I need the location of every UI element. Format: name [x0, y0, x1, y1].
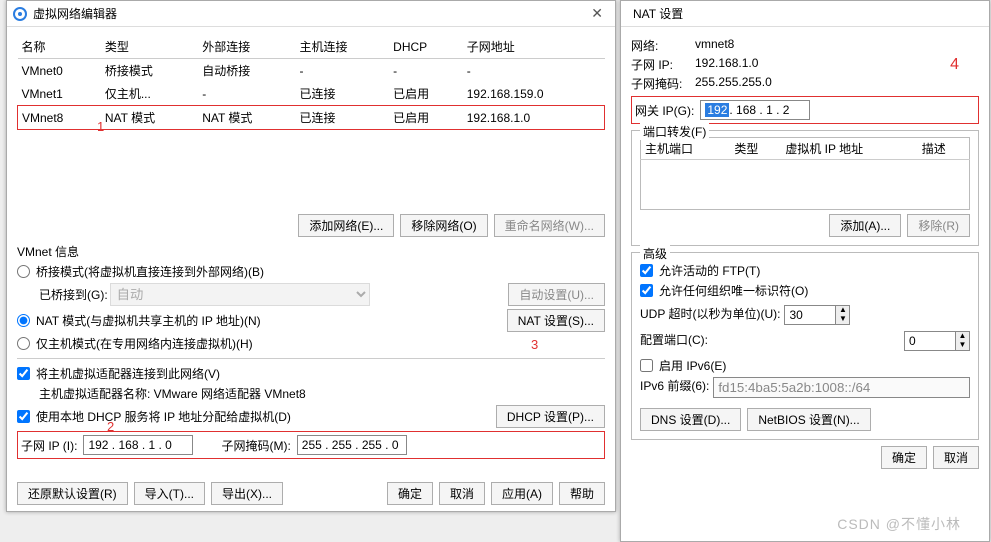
enable-ipv6-checkbox[interactable]: [640, 359, 653, 372]
add-forward-button[interactable]: 添加(A)...: [829, 214, 901, 237]
table-row[interactable]: VMnet1 仅主机... - 已连接 已启用 192.168.159.0: [18, 82, 605, 106]
network-label: 网络:: [631, 37, 691, 54]
advanced-label: 高级: [640, 245, 670, 262]
nat-settings-dialog: NAT 设置 网络:vmnet8 子网 IP:192.168.1.0 子网掩码:…: [620, 0, 990, 542]
remove-network-button[interactable]: 移除网络(O): [400, 214, 487, 237]
chevron-down-icon[interactable]: ▼: [956, 341, 969, 350]
bridge-mode-radio[interactable]: [17, 265, 30, 278]
subnet-mask-label: 子网掩码(M):: [221, 437, 290, 454]
apply-button[interactable]: 应用(A): [491, 482, 553, 505]
export-button[interactable]: 导出(X)...: [211, 482, 283, 505]
col-name[interactable]: 名称: [18, 35, 101, 59]
ok-button[interactable]: 确定: [881, 446, 927, 469]
nat-mode-radio[interactable]: [17, 314, 30, 327]
subnet-ip-input[interactable]: 192 . 168 . 1 . 0: [83, 435, 193, 455]
annotation-2: 2: [107, 419, 114, 434]
port-forward-label: 端口转发(F): [640, 123, 709, 140]
virtual-network-editor-dialog: 虚拟网络编辑器 ✕ 名称 类型 外部连接 主机连接 DHCP 子网地址 VMne…: [6, 0, 616, 512]
restore-defaults-button[interactable]: 还原默认设置(R): [17, 482, 128, 505]
col-dhcp[interactable]: DHCP: [389, 35, 463, 59]
import-button[interactable]: 导入(T)...: [134, 482, 205, 505]
subnet-mask-label: 子网掩码:: [631, 75, 691, 92]
adapter-name-label: 主机虚拟适配器名称: VMware 网络适配器 VMnet8: [39, 385, 605, 402]
subnet-mask-input[interactable]: 255 . 255 . 255 . 0: [297, 435, 407, 455]
ipv6-prefix-label: IPv6 前缀(6):: [640, 377, 709, 398]
help-button[interactable]: 帮助: [559, 482, 605, 505]
col-type[interactable]: 类型: [101, 35, 198, 59]
annotation-4: 4: [950, 56, 959, 74]
cancel-button[interactable]: 取消: [439, 482, 485, 505]
close-icon[interactable]: ✕: [585, 5, 609, 22]
nat-mode-label: NAT 模式(与虚拟机共享主机的 IP 地址)(N): [36, 312, 261, 329]
use-dhcp-checkbox[interactable]: [17, 410, 30, 423]
hostonly-mode-label: 仅主机模式(在专用网络内连接虚拟机)(H): [36, 335, 253, 352]
rename-network-button: 重命名网络(W)...: [494, 214, 605, 237]
vmnet-info-label: VMnet 信息: [17, 243, 605, 260]
dialog-title: 虚拟网络编辑器: [33, 5, 117, 22]
bridge-to-select: 自动: [110, 283, 370, 306]
annotation-3: 3: [531, 337, 538, 352]
udp-timeout-label: UDP 超时(以秒为单位)(U):: [640, 305, 780, 325]
subnet-ip-label: 子网 IP:: [631, 56, 691, 73]
network-value: vmnet8: [695, 37, 734, 54]
col-subnet[interactable]: 子网地址: [463, 35, 605, 59]
udp-timeout-stepper[interactable]: ▲▼: [784, 305, 850, 325]
config-port-label: 配置端口(C):: [640, 331, 708, 351]
use-dhcp-label: 使用本地 DHCP 服务将 IP 地址分配给虚拟机(D): [36, 408, 291, 425]
config-port-stepper[interactable]: ▲▼: [904, 331, 970, 351]
ipv6-prefix-input: [713, 377, 970, 398]
app-icon: [13, 7, 27, 21]
dns-settings-button[interactable]: DNS 设置(D)...: [640, 408, 741, 431]
port-forward-table: 主机端口 类型 虚拟机 IP 地址 描述: [640, 137, 970, 210]
subnet-mask-value: 255.255.255.0: [695, 75, 772, 92]
remove-forward-button: 移除(R): [907, 214, 970, 237]
nat-settings-button[interactable]: NAT 设置(S)...: [507, 309, 605, 332]
table-row-selected[interactable]: VMnet8 NAT 模式 NAT 模式 已连接 已启用 192.168.1.0: [18, 106, 605, 130]
ok-button[interactable]: 确定: [387, 482, 433, 505]
titlebar: 虚拟网络编辑器 ✕: [7, 1, 615, 27]
titlebar: NAT 设置: [621, 1, 989, 27]
dialog-title: NAT 设置: [633, 5, 683, 22]
allow-ftp-checkbox[interactable]: [640, 264, 653, 277]
bridge-mode-label: 桥接模式(将虚拟机直接连接到外部网络)(B): [36, 263, 264, 280]
connect-adapter-label: 将主机虚拟适配器连接到此网络(V): [36, 365, 220, 382]
bridge-to-label: 已桥接到(G):: [39, 286, 108, 303]
network-table: 名称 类型 外部连接 主机连接 DHCP 子网地址 VMnet0 桥接模式 自动…: [17, 35, 605, 130]
add-network-button[interactable]: 添加网络(E)...: [298, 214, 394, 237]
cancel-button[interactable]: 取消: [933, 446, 979, 469]
connect-adapter-checkbox[interactable]: [17, 367, 30, 380]
subnet-ip-label: 子网 IP (I):: [21, 437, 77, 454]
allow-oui-checkbox[interactable]: [640, 284, 653, 297]
annotation-1: 1: [97, 119, 104, 134]
hostonly-mode-radio[interactable]: [17, 337, 30, 350]
dhcp-settings-button[interactable]: DHCP 设置(P)...: [496, 405, 605, 428]
watermark: CSDN @不懂小林: [837, 514, 961, 534]
col-host[interactable]: 主机连接: [296, 35, 390, 59]
chevron-down-icon[interactable]: ▼: [836, 315, 849, 324]
col-ext[interactable]: 外部连接: [198, 35, 295, 59]
subnet-ip-value: 192.168.1.0: [695, 56, 758, 73]
netbios-settings-button[interactable]: NetBIOS 设置(N)...: [747, 408, 870, 431]
gateway-ip-label: 网关 IP(G):: [635, 102, 694, 119]
gateway-ip-input[interactable]: 192 . 168 . 1 . 2: [700, 100, 810, 120]
table-row[interactable]: VMnet0 桥接模式 自动桥接 - - -: [18, 59, 605, 83]
auto-set-button: 自动设置(U)...: [508, 283, 605, 306]
